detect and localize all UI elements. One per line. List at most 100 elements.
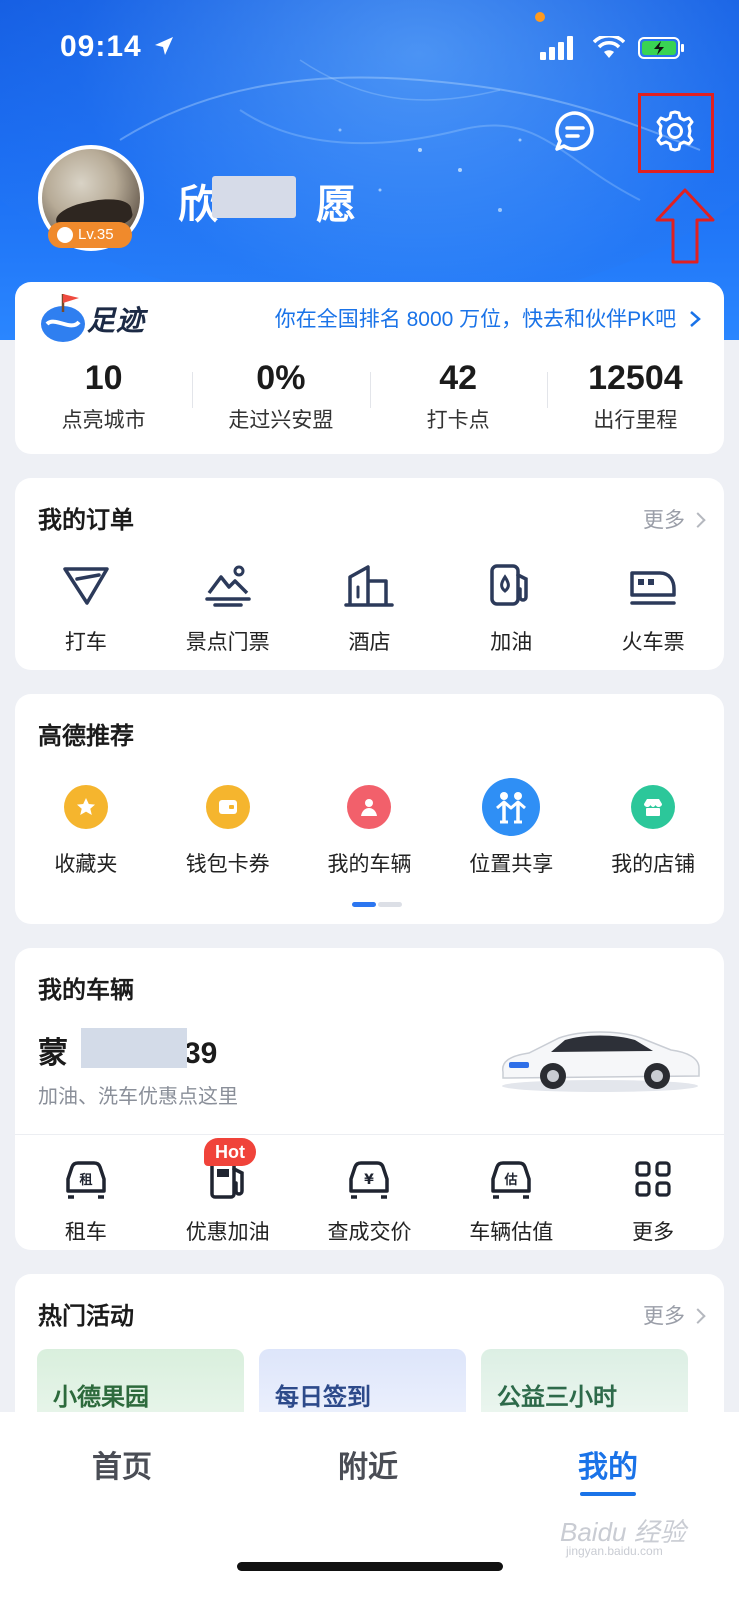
activity-label: 每日签到 — [275, 1384, 371, 1411]
rec-location-share[interactable]: 位置共享 — [440, 778, 582, 878]
order-label: 加油 — [490, 631, 533, 654]
wallet-icon — [205, 785, 250, 829]
vehicle-action-label: 租车 — [64, 1221, 107, 1244]
order-label: 打车 — [64, 631, 107, 654]
amap-recommend-card: 高德推荐 收藏夹 钱包卡券 我的车辆 位置共享 我的店铺 — [15, 694, 724, 924]
page-dot — [378, 902, 402, 907]
order-taxi[interactable]: 打车 — [15, 560, 157, 656]
orders-grid: 打车 景点门票 酒店 加油 火车票 — [15, 560, 724, 656]
stat-region[interactable]: 0% 走过兴安盟 — [192, 358, 369, 438]
activities-title: 热门活动 — [38, 1303, 134, 1330]
status-time: 09:14 — [60, 30, 142, 63]
scenic-ticket-icon — [204, 565, 251, 607]
vehicle-title: 我的车辆 — [38, 977, 134, 1004]
more-label: 更多 — [643, 509, 685, 532]
orders-title: 我的订单 — [38, 507, 134, 534]
tab-mine[interactable]: 我的 — [578, 1442, 638, 1486]
recommend-label: 位置共享 — [469, 853, 554, 876]
vehicle-action-price-check[interactable]: ¥ 查成交价 — [299, 1154, 441, 1246]
car-image-icon — [501, 1031, 700, 1092]
vehicle-subtitle[interactable]: 加油、洗车优惠点这里 — [38, 1080, 238, 1109]
vehicle-actions-grid: 租 租车 优惠加油 ¥ 查成交价 估 车辆估值 更多 — [15, 1154, 724, 1246]
my-vehicle-card: 我的车辆 蒙 39 加油、洗车优惠点这里 租 租车 优惠加油 ¥ 查成交价 估 … — [15, 948, 724, 1250]
svg-text:租: 租 — [79, 1173, 92, 1188]
recommend-label: 收藏夹 — [54, 853, 118, 876]
order-scenic-ticket[interactable]: 景点门票 — [157, 560, 299, 656]
vehicle-action-more[interactable]: 更多 — [582, 1154, 724, 1246]
home-indicator[interactable] — [237, 1562, 503, 1571]
tab-nearby[interactable]: 附近 — [338, 1442, 398, 1486]
vehicle-action-label: 更多 — [632, 1221, 675, 1244]
more-label: 更多 — [643, 1305, 685, 1328]
order-label: 火车票 — [621, 631, 685, 654]
activities-more-link[interactable]: 更多 — [643, 1300, 706, 1330]
vehicle-action-label: 查成交价 — [327, 1221, 412, 1244]
stat-cities[interactable]: 10 点亮城市 — [15, 358, 192, 438]
order-fuel[interactable]: 加油 — [440, 560, 582, 656]
rec-wallet[interactable]: 钱包卡券 — [157, 782, 299, 878]
up-arrow-annotation-icon — [655, 188, 715, 264]
footprint-rank-link[interactable]: 你在全国排名 8000 万位，快去和伙伴PK吧 — [275, 303, 702, 333]
price-check-icon: ¥ — [349, 1161, 390, 1199]
activity-label: 公益三小时 — [497, 1384, 617, 1411]
order-label: 景点门票 — [185, 631, 270, 654]
stat-label: 打卡点 — [426, 409, 490, 432]
rec-favorites[interactable]: 收藏夹 — [15, 782, 157, 878]
order-hotel[interactable]: 酒店 — [299, 560, 441, 656]
rec-my-store[interactable]: 我的店铺 — [582, 782, 724, 878]
footprint-title: 足迹 — [87, 305, 146, 336]
plate-redaction — [81, 1028, 187, 1068]
bottom-tab-bar: 首页 附近 我的 Baidu 经验 jingyan.baidu.com — [0, 1412, 739, 1600]
recommend-label: 我的店铺 — [611, 853, 696, 876]
rent-car-icon: 租 — [66, 1161, 106, 1199]
hotel-icon — [344, 565, 395, 607]
order-train[interactable]: 火车票 — [582, 560, 724, 656]
svg-text:估: 估 — [504, 1172, 518, 1188]
recommend-label: 我的车辆 — [327, 853, 412, 876]
vehicle-action-label: 车辆估值 — [469, 1221, 554, 1244]
fuel-icon — [490, 564, 529, 606]
username-tail: 愿 — [316, 183, 358, 227]
orders-more-link[interactable]: 更多 — [643, 504, 706, 534]
hot-badge: Hot — [204, 1138, 256, 1166]
tab-home[interactable]: 首页 — [92, 1442, 152, 1486]
level-text: Lv.35 — [78, 226, 114, 243]
level-badge[interactable]: Lv.35 — [48, 222, 132, 248]
rec-my-vehicle[interactable]: 我的车辆 — [299, 782, 441, 878]
vehicle-action-rent[interactable]: 租 租车 — [15, 1154, 157, 1246]
my-store-icon — [631, 785, 676, 829]
stat-value: 0% — [256, 359, 306, 397]
location-share-icon — [482, 778, 541, 836]
stat-checkins[interactable]: 42 打卡点 — [369, 358, 547, 438]
chevron-right-icon — [690, 512, 706, 528]
footprint-card[interactable]: 足迹 你在全国排名 8000 万位，快去和伙伴PK吧 10 点亮城市 0% 走过… — [15, 282, 724, 454]
stat-value: 12504 — [588, 359, 683, 397]
stat-label: 走过兴安盟 — [228, 409, 334, 432]
chevron-right-icon — [690, 1308, 706, 1324]
stat-mileage[interactable]: 12504 出行里程 — [546, 358, 724, 438]
plate-suffix: 39 — [184, 1037, 218, 1070]
watermark-domain: jingyan.baidu.com — [566, 1544, 663, 1558]
chevron-right-icon — [690, 311, 701, 327]
message-icon[interactable] — [552, 108, 598, 154]
settings-highlight-box — [638, 93, 714, 173]
footprint-logo-icon — [41, 294, 85, 342]
status-bar: 09:14 — [0, 0, 739, 100]
stat-value: 42 — [439, 359, 478, 397]
vehicle-action-discount-fuel[interactable]: 优惠加油 — [157, 1154, 299, 1246]
page-dot-active — [352, 902, 376, 907]
vehicle-action-valuation[interactable]: 估 车辆估值 — [440, 1154, 582, 1246]
train-icon — [630, 571, 676, 605]
divider — [15, 1134, 724, 1135]
battery-charging-icon — [638, 37, 684, 59]
more-grid-icon — [635, 1161, 671, 1197]
stat-value: 10 — [84, 359, 123, 397]
footprint-rank-text: 你在全国排名 8000 万位，快去和伙伴PK吧 — [274, 308, 677, 331]
level-icon — [57, 227, 73, 243]
favorites-icon — [63, 785, 108, 829]
valuation-icon: 估 — [491, 1161, 532, 1199]
recommend-title: 高德推荐 — [38, 723, 134, 750]
active-tab-indicator — [580, 1492, 636, 1496]
recommend-label: 钱包卡券 — [185, 853, 270, 876]
my-orders-card: 我的订单 更多 打车 景点门票 酒店 加油 火车票 — [15, 478, 724, 670]
